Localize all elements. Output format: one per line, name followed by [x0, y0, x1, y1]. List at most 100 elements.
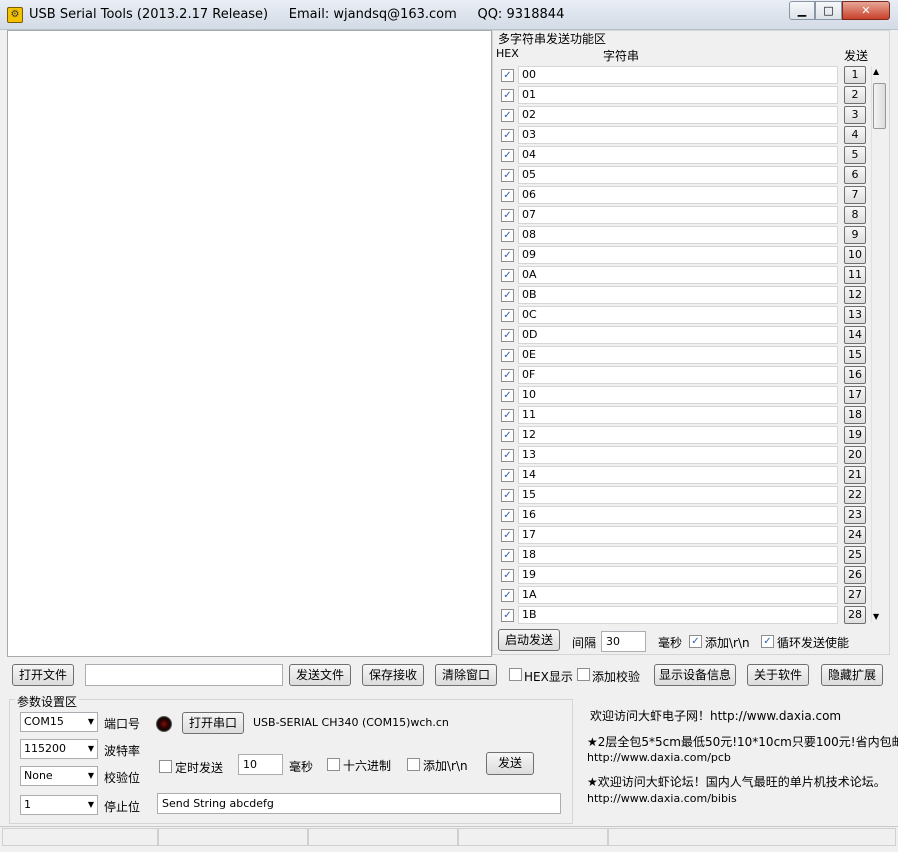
baud-select[interactable]: 115200 ▼: [20, 739, 98, 759]
row-hex-checkbox[interactable]: ✓: [501, 369, 514, 382]
row-send-button[interactable]: 12: [844, 286, 866, 304]
send-file-button[interactable]: 发送文件: [289, 664, 351, 686]
scroll-thumb[interactable]: [873, 83, 886, 129]
row-string-input[interactable]: 15: [518, 486, 838, 504]
row-string-input[interactable]: 1B: [518, 606, 838, 624]
row-send-button[interactable]: 26: [844, 566, 866, 584]
send-button[interactable]: 发送: [486, 752, 534, 775]
row-hex-checkbox[interactable]: ✓: [501, 469, 514, 482]
row-hex-checkbox[interactable]: ✓: [501, 609, 514, 622]
scroll-up-arrow-icon[interactable]: ▲: [873, 67, 879, 76]
row-string-input[interactable]: 0E: [518, 346, 838, 364]
timed-send-checkbox[interactable]: [159, 760, 172, 773]
row-string-input[interactable]: 02: [518, 106, 838, 124]
row-string-input[interactable]: 03: [518, 126, 838, 144]
maximize-button[interactable]: □: [815, 1, 842, 20]
row-send-button[interactable]: 4: [844, 126, 866, 144]
row-send-button[interactable]: 28: [844, 606, 866, 624]
about-button[interactable]: 关于软件: [747, 664, 809, 686]
add-crlf-checkbox[interactable]: [407, 758, 420, 771]
row-string-input[interactable]: 14: [518, 466, 838, 484]
row-hex-checkbox[interactable]: ✓: [501, 189, 514, 202]
row-string-input[interactable]: 13: [518, 446, 838, 464]
row-send-button[interactable]: 9: [844, 226, 866, 244]
info-link-forum[interactable]: http://www.daxia.com/bibis: [587, 792, 737, 805]
stopbits-select[interactable]: 1 ▼: [20, 795, 98, 815]
close-button[interactable]: ✕: [842, 1, 890, 20]
row-send-button[interactable]: 21: [844, 466, 866, 484]
row-send-button[interactable]: 16: [844, 366, 866, 384]
parity-select[interactable]: None ▼: [20, 766, 98, 786]
row-string-input[interactable]: 0A: [518, 266, 838, 284]
row-string-input[interactable]: 12: [518, 426, 838, 444]
row-hex-checkbox[interactable]: ✓: [501, 289, 514, 302]
row-string-input[interactable]: 04: [518, 146, 838, 164]
row-string-input[interactable]: 05: [518, 166, 838, 184]
row-string-input[interactable]: 08: [518, 226, 838, 244]
row-hex-checkbox[interactable]: ✓: [501, 569, 514, 582]
row-hex-checkbox[interactable]: ✓: [501, 89, 514, 102]
hide-expand-button[interactable]: 隐藏扩展: [821, 664, 883, 686]
row-send-button[interactable]: 18: [844, 406, 866, 424]
row-string-input[interactable]: 01: [518, 86, 838, 104]
add-checksum-checkbox[interactable]: [577, 668, 590, 681]
row-send-button[interactable]: 1: [844, 66, 866, 84]
row-hex-checkbox[interactable]: ✓: [501, 489, 514, 502]
show-device-info-button[interactable]: 显示设备信息: [654, 664, 736, 686]
row-hex-checkbox[interactable]: ✓: [501, 389, 514, 402]
row-send-button[interactable]: 19: [844, 426, 866, 444]
row-hex-checkbox[interactable]: ✓: [501, 129, 514, 142]
open-port-button[interactable]: 打开串口: [182, 712, 244, 734]
row-hex-checkbox[interactable]: ✓: [501, 249, 514, 262]
row-send-button[interactable]: 3: [844, 106, 866, 124]
row-hex-checkbox[interactable]: ✓: [501, 349, 514, 362]
row-string-input[interactable]: 16: [518, 506, 838, 524]
row-hex-checkbox[interactable]: ✓: [501, 549, 514, 562]
loop-send-checkbox[interactable]: ✓: [761, 635, 774, 648]
clear-window-button[interactable]: 清除窗口: [435, 664, 497, 686]
row-send-button[interactable]: 5: [844, 146, 866, 164]
row-hex-checkbox[interactable]: ✓: [501, 229, 514, 242]
row-send-button[interactable]: 27: [844, 586, 866, 604]
row-string-input[interactable]: 07: [518, 206, 838, 224]
row-hex-checkbox[interactable]: ✓: [501, 509, 514, 522]
row-string-input[interactable]: 11: [518, 406, 838, 424]
multi-send-scrollbar[interactable]: [871, 66, 888, 623]
row-send-button[interactable]: 15: [844, 346, 866, 364]
row-hex-checkbox[interactable]: ✓: [501, 449, 514, 462]
row-send-button[interactable]: 14: [844, 326, 866, 344]
row-send-button[interactable]: 2: [844, 86, 866, 104]
row-hex-checkbox[interactable]: ✓: [501, 409, 514, 422]
row-hex-checkbox[interactable]: ✓: [501, 209, 514, 222]
row-send-button[interactable]: 24: [844, 526, 866, 544]
row-hex-checkbox[interactable]: ✓: [501, 329, 514, 342]
row-hex-checkbox[interactable]: ✓: [501, 109, 514, 122]
row-send-button[interactable]: 25: [844, 546, 866, 564]
timed-ms-input[interactable]: 10: [238, 754, 283, 775]
row-hex-checkbox[interactable]: ✓: [501, 149, 514, 162]
port-select[interactable]: COM15 ▼: [20, 712, 98, 732]
open-file-button[interactable]: 打开文件: [12, 664, 74, 686]
row-send-button[interactable]: 13: [844, 306, 866, 324]
start-send-button[interactable]: 启动发送: [498, 629, 560, 651]
file-path-input[interactable]: [85, 664, 283, 686]
row-hex-checkbox[interactable]: ✓: [501, 309, 514, 322]
row-send-button[interactable]: 11: [844, 266, 866, 284]
hex-display-checkbox[interactable]: [509, 668, 522, 681]
row-string-input[interactable]: 0C: [518, 306, 838, 324]
row-send-button[interactable]: 20: [844, 446, 866, 464]
row-send-button[interactable]: 22: [844, 486, 866, 504]
row-send-button[interactable]: 23: [844, 506, 866, 524]
row-string-input[interactable]: 1A: [518, 586, 838, 604]
row-string-input[interactable]: 19: [518, 566, 838, 584]
row-string-input[interactable]: 10: [518, 386, 838, 404]
row-string-input[interactable]: 17: [518, 526, 838, 544]
row-string-input[interactable]: 06: [518, 186, 838, 204]
scroll-down-arrow-icon[interactable]: ▼: [873, 612, 879, 621]
row-send-button[interactable]: 8: [844, 206, 866, 224]
send-string-input[interactable]: Send String abcdefg: [157, 793, 561, 814]
row-send-button[interactable]: 10: [844, 246, 866, 264]
row-send-button[interactable]: 17: [844, 386, 866, 404]
row-string-input[interactable]: 0F: [518, 366, 838, 384]
hex-mode-checkbox[interactable]: [327, 758, 340, 771]
